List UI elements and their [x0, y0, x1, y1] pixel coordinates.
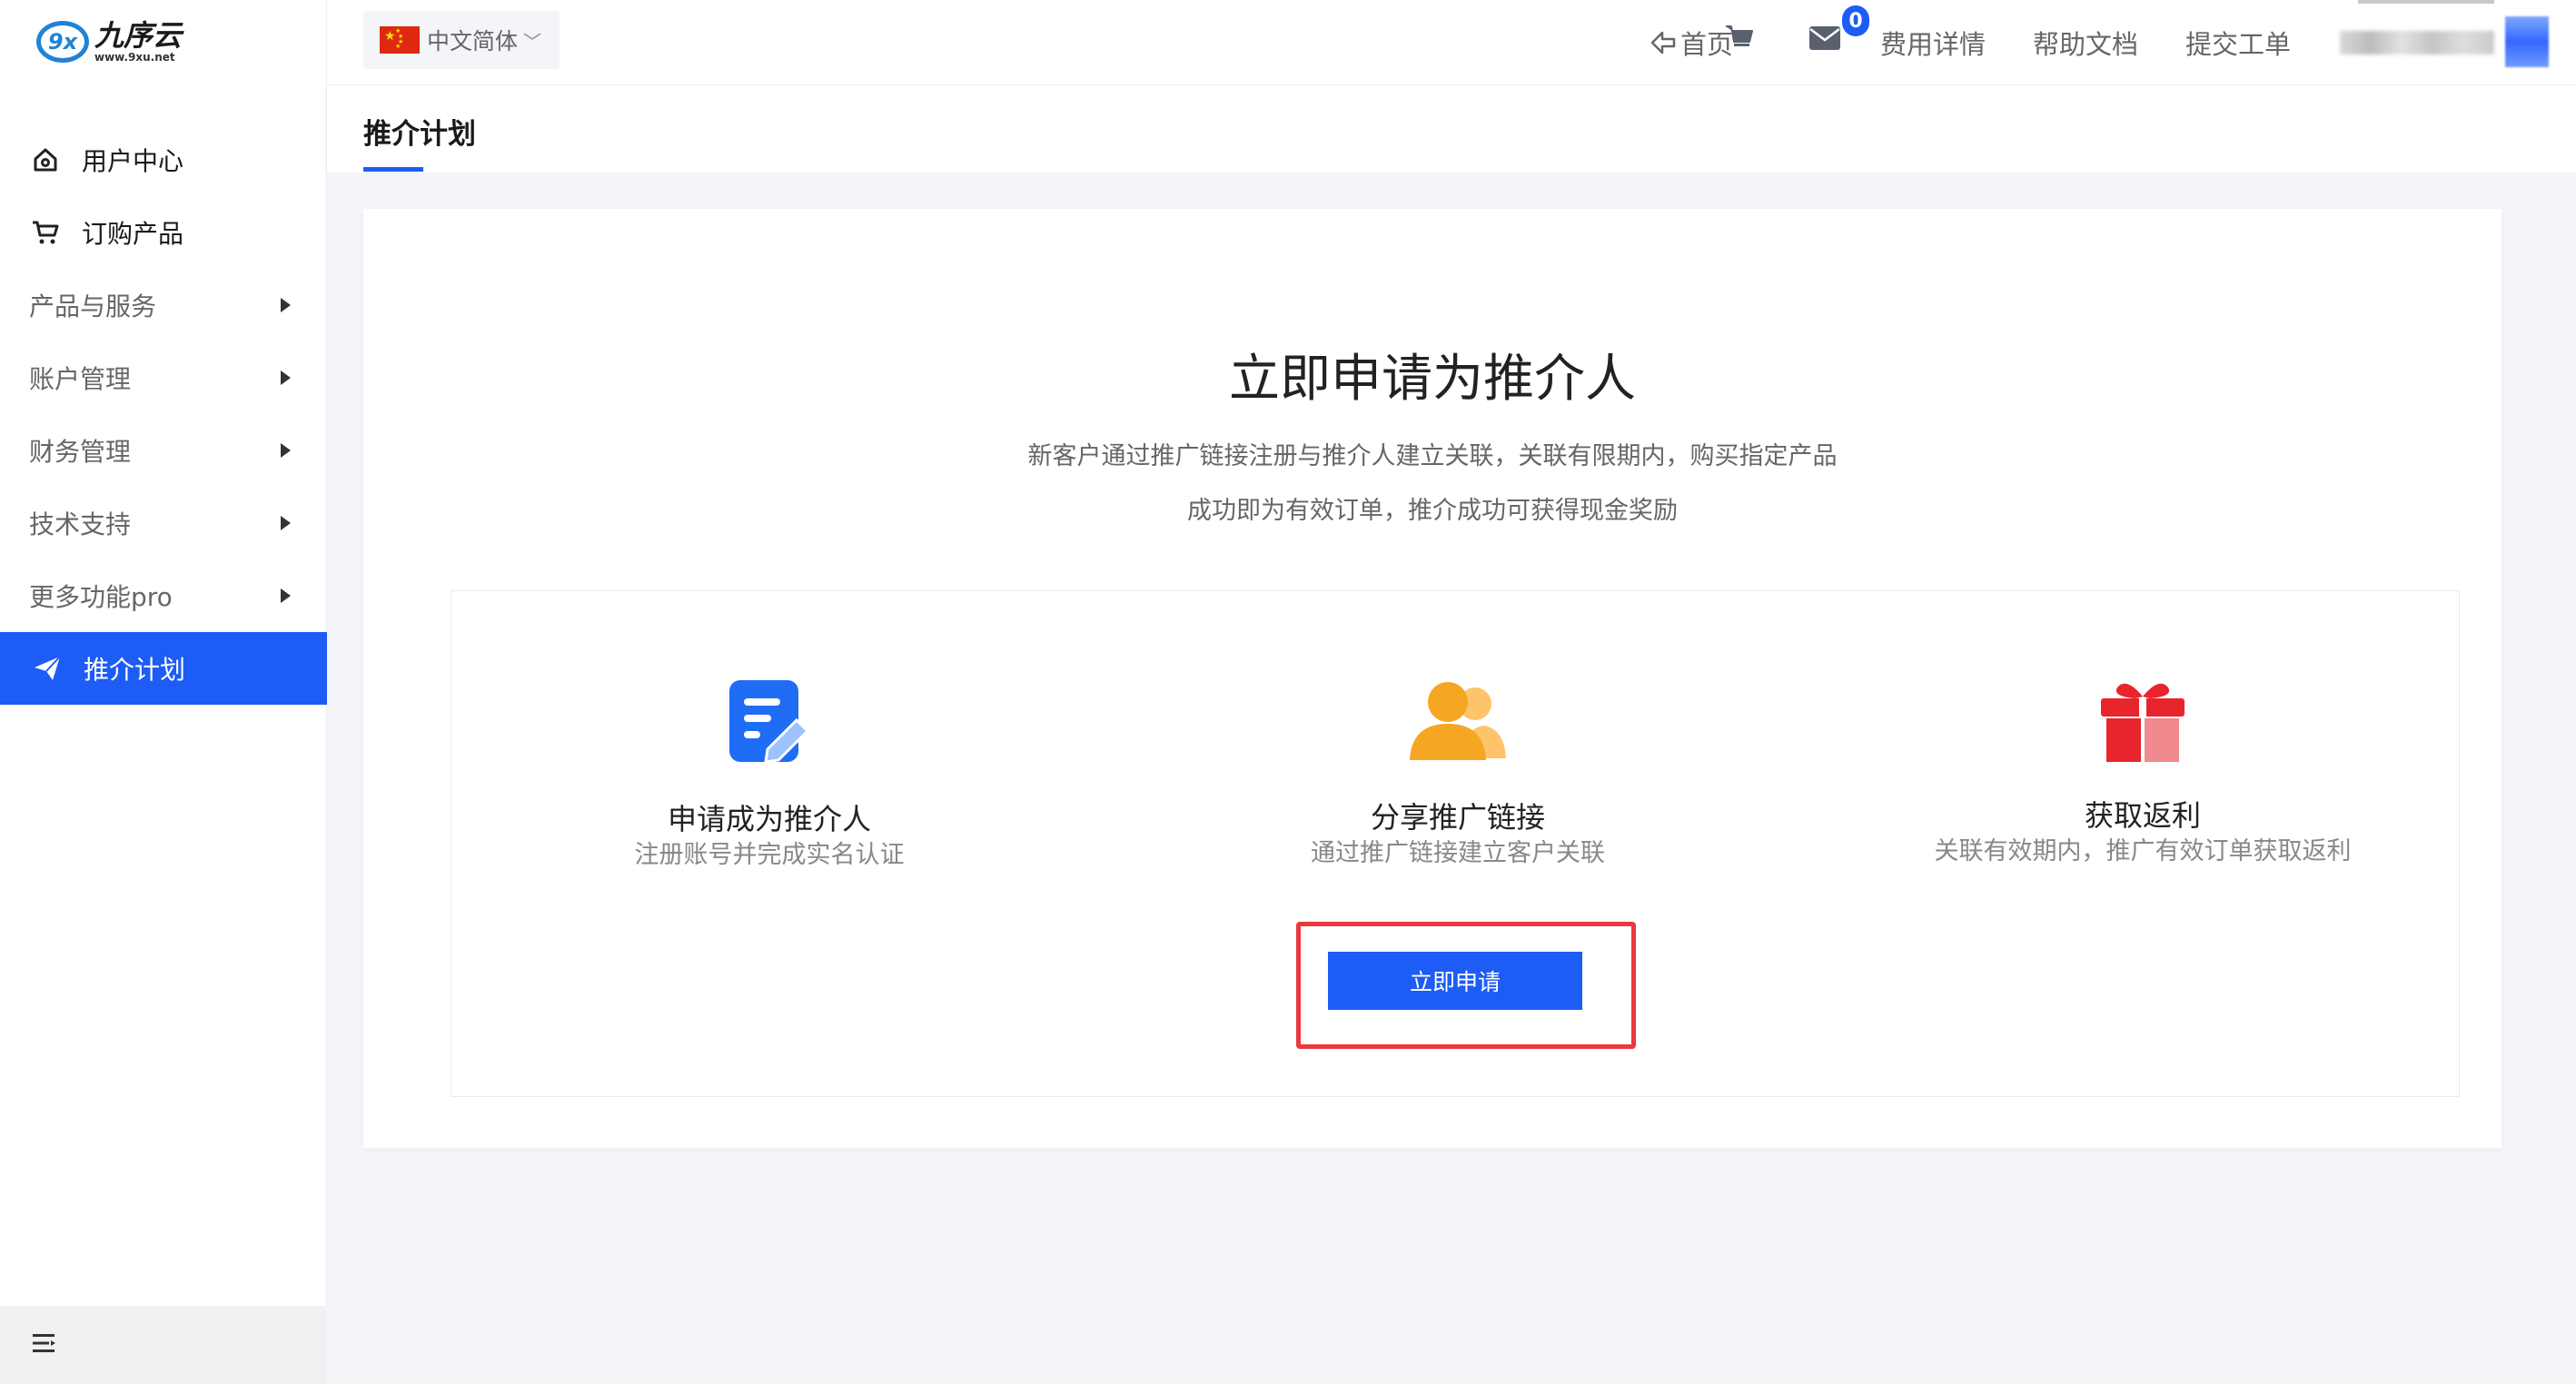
sidebar: 9x 九序云 www.9xu.net 用户中心 订购产品 产品与服务 账户管理 …	[0, 0, 327, 1384]
nav-submit-ticket-link[interactable]: 提交工单	[2185, 24, 2291, 62]
cart-icon	[29, 216, 62, 249]
username-blurred[interactable]	[2340, 31, 2494, 54]
sidebar-item-order-products[interactable]: 订购产品	[0, 196, 327, 269]
sidebar-item-label: 账户管理	[29, 364, 132, 394]
chevron-down-icon: ﹀	[523, 30, 542, 53]
brand-logo[interactable]: 9x 九序云 www.9xu.net	[36, 16, 182, 67]
sidebar-item-products-services[interactable]: 产品与服务	[0, 269, 327, 341]
sidebar-item-finance-management[interactable]: 财务管理	[0, 414, 327, 487]
user-divider	[2358, 0, 2494, 4]
paper-plane-icon	[31, 652, 64, 685]
caret-right-icon	[281, 443, 291, 458]
sidebar-menu: 用户中心 订购产品 产品与服务 账户管理 财务管理 技术支持 更多功能pro 推…	[0, 124, 327, 705]
main-content: 立即申请为推介人 新客户通过推广链接注册与推介人建立关联，关联有限期内，购买指定…	[327, 173, 2576, 1384]
nav-home-link[interactable]: 首页	[1650, 24, 1733, 62]
step-subtitle: 通过推广链接建立客户关联	[1311, 839, 1605, 867]
sidebar-item-tech-support[interactable]: 技术支持	[0, 487, 327, 559]
china-flag-icon: ★ ★ ★ ★ ★	[380, 26, 420, 54]
referral-card: 立即申请为推介人 新客户通过推广链接注册与推介人建立关联，关联有限期内，购买指定…	[363, 209, 2502, 1148]
step-subtitle: 注册账号并完成实名认证	[634, 841, 905, 869]
sidebar-item-label: 推介计划	[84, 655, 186, 685]
nav-help-docs-link[interactable]: 帮助文档	[2033, 24, 2138, 62]
mail-badge: 0	[1842, 5, 1869, 36]
sidebar-item-account-management[interactable]: 账户管理	[0, 341, 327, 414]
sidebar-item-label: 订购产品	[82, 219, 184, 249]
language-label: 中文简体	[427, 28, 519, 54]
language-selector[interactable]: ★ ★ ★ ★ ★ 中文简体 ﹀	[363, 11, 560, 69]
sidebar-item-referral-program[interactable]: 推介计划	[0, 632, 327, 705]
top-bar: ★ ★ ★ ★ ★ 中文简体 ﹀ 首页 0 费用详情 帮助文档 提交工单	[327, 0, 2576, 85]
hero-description-line2: 成功即为有效订单，推介成功可获得现金奖励	[1187, 497, 1678, 525]
app-root: 9x 九序云 www.9xu.net 用户中心 订购产品 产品与服务 账户管理 …	[0, 0, 2576, 1384]
menu-collapse-icon	[31, 1331, 58, 1359]
sidebar-item-label: 财务管理	[29, 437, 132, 467]
steps-panel: 申请成为推介人 注册账号并完成实名认证 分享推广链接 通过推广链接建立客户关联	[451, 590, 2460, 1097]
step-title: 分享推广链接	[1370, 800, 1545, 835]
caret-right-icon	[281, 588, 291, 603]
tab-active-indicator	[363, 167, 423, 172]
caret-right-icon	[281, 298, 291, 312]
step-title: 获取返利	[2084, 798, 2201, 833]
hero-description-line1: 新客户通过推广链接注册与推介人建立关联，关联有限期内，购买指定产品	[1027, 442, 1838, 470]
apply-now-button[interactable]: 立即申请	[1328, 952, 1582, 1010]
sidebar-item-more-features-pro[interactable]: 更多功能pro	[0, 559, 327, 632]
logo-text: 九序云 www.9xu.net	[94, 21, 182, 63]
logo-badge-icon: 9x	[36, 21, 89, 63]
mail-icon[interactable]: 0	[1808, 5, 1869, 53]
caret-right-icon	[281, 516, 291, 530]
home-icon	[29, 143, 62, 176]
sidebar-item-user-center[interactable]: 用户中心	[0, 124, 327, 196]
sidebar-item-label: 更多功能pro	[29, 582, 173, 612]
cart-icon[interactable]	[1724, 22, 1757, 54]
nav-fee-details-link[interactable]: 费用详情	[1880, 24, 1986, 62]
sidebar-item-label: 技术支持	[29, 509, 132, 539]
sidebar-item-label: 产品与服务	[29, 292, 157, 321]
step-title: 申请成为推介人	[667, 802, 871, 836]
users-icon	[1408, 678, 1508, 766]
page-title: 立即申请为推介人	[1229, 350, 1636, 409]
back-arrow-icon	[1650, 30, 1677, 55]
step-subtitle: 关联有效期内，推广有效订单获取返利	[1934, 837, 2352, 865]
avatar[interactable]	[2505, 16, 2549, 67]
gift-icon	[2099, 677, 2186, 767]
page-tab-bar: 推介计划	[327, 85, 2576, 173]
sidebar-collapse-button[interactable]	[0, 1306, 327, 1384]
tab-referral-program[interactable]: 推介计划	[363, 111, 476, 152]
brand-url: www.9xu.net	[94, 51, 175, 64]
sidebar-item-label: 用户中心	[82, 146, 184, 176]
edit-document-icon	[728, 678, 811, 769]
caret-right-icon	[281, 371, 291, 385]
brand-name: 九序云	[94, 18, 183, 53]
